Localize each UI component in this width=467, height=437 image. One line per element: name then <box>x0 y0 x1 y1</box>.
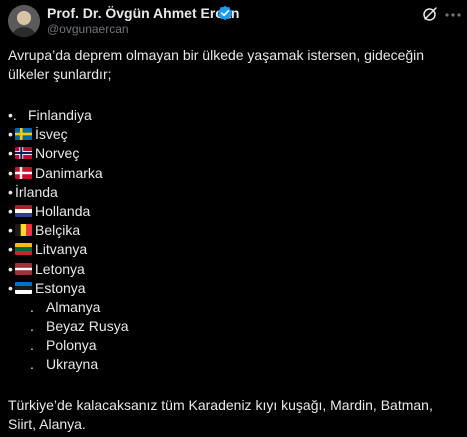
country-label: Estonya <box>35 279 86 296</box>
bullet: . <box>30 356 34 373</box>
list-item: • İrlanda <box>8 183 128 202</box>
norway-flag-icon <box>15 147 32 160</box>
tweet-header: Prof. Dr. Övgün Ahmet Ercan @ovgunaercan <box>0 0 467 44</box>
avatar[interactable] <box>8 5 40 37</box>
author-name[interactable]: Prof. Dr. Övgün Ahmet Ercan <box>47 5 239 21</box>
list-item: •. Finlandiya <box>8 106 128 125</box>
bullet: • <box>8 126 13 143</box>
country-label: Polonya <box>46 337 97 354</box>
list-item: • Belçika <box>8 221 128 240</box>
country-label: Norveç <box>35 145 80 162</box>
bullet: • <box>8 279 13 296</box>
list-item: . Ukrayna <box>8 355 128 374</box>
netherlands-flag-icon <box>15 204 32 217</box>
bullet: . <box>30 318 34 335</box>
bullet: • <box>8 202 13 219</box>
bullet: • <box>8 222 13 239</box>
country-label: Belçika <box>35 222 81 239</box>
closing-text: Türkiye’de kalacaksanız tüm Karadeniz kı… <box>8 397 433 432</box>
country-label: Beyaz Rusya <box>46 318 129 335</box>
country-label: Finlandiya <box>28 107 92 123</box>
tweet-closing: Türkiye’de kalacaksanız tüm Karadeniz kı… <box>8 396 462 434</box>
bullet: •. <box>8 107 17 123</box>
author-handle[interactable]: @ovgunaercan <box>47 22 129 36</box>
bullet: . <box>30 298 34 315</box>
denmark-flag-icon <box>15 166 32 179</box>
country-label: İrlanda <box>15 183 58 200</box>
estonia-flag-icon <box>15 281 32 294</box>
more-icon[interactable] <box>443 6 463 22</box>
list-item: • Hollanda <box>8 202 128 221</box>
bullet: • <box>8 164 13 181</box>
list-item: . Almanya <box>8 298 128 317</box>
list-item: • Letonya <box>8 260 128 279</box>
country-label: Letonya <box>35 260 85 277</box>
tweet-intro: Avrupa’da deprem olmayan bir ülkede yaşa… <box>8 46 460 84</box>
belgium-flag-icon <box>15 224 32 237</box>
country-label: Almanya <box>46 298 101 315</box>
list-item: • Estonya <box>8 279 128 298</box>
verified-badge-icon <box>217 5 233 21</box>
lithuania-flag-icon <box>15 243 32 256</box>
country-label: Hollanda <box>35 202 91 219</box>
bullet: • <box>8 183 13 200</box>
list-item: • Litvanya <box>8 240 128 259</box>
bullet: • <box>8 241 13 258</box>
list-item: • Norveç <box>8 144 128 163</box>
country-label: Ukrayna <box>46 356 99 373</box>
bullet: . <box>30 337 34 354</box>
latvia-flag-icon <box>15 262 32 275</box>
grok-icon[interactable] <box>422 6 438 22</box>
list-item: . Polonya <box>8 336 128 355</box>
country-label: Danimarka <box>35 164 103 181</box>
intro-text: Avrupa’da deprem olmayan bir ülkede yaşa… <box>8 47 425 83</box>
country-label: Litvanya <box>35 241 88 258</box>
list-item: . Beyaz Rusya <box>8 317 128 336</box>
country-list: •. Finlandiya • İsveç • Norveç • Danimarka •… <box>8 106 128 375</box>
bullet: • <box>8 260 13 277</box>
sweden-flag-icon <box>15 128 32 141</box>
list-item: • Danimarka <box>8 164 128 183</box>
list-item: • İsveç <box>8 125 128 144</box>
bullet: • <box>8 145 13 162</box>
country-label: İsveç <box>35 126 68 143</box>
